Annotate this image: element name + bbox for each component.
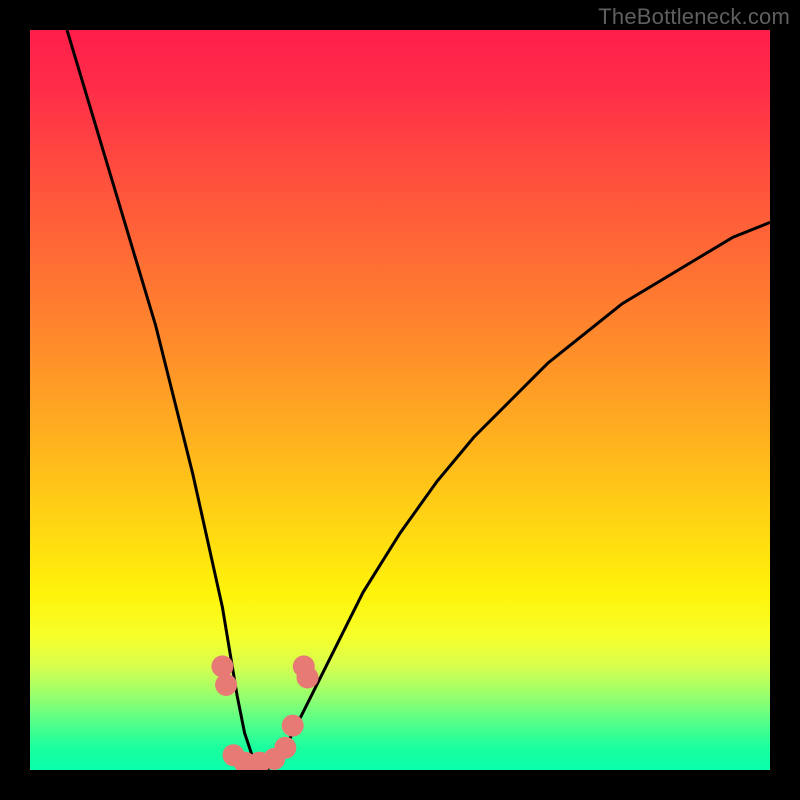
marker-left-1 <box>211 655 233 677</box>
marker-left-2 <box>215 674 237 696</box>
marker-low-6 <box>282 715 304 737</box>
marker-right-2 <box>297 667 319 689</box>
marker-low-5 <box>274 737 296 759</box>
watermark-text: TheBottleneck.com <box>598 4 790 30</box>
bottleneck-curve <box>67 30 770 770</box>
chart-frame: TheBottleneck.com <box>0 0 800 800</box>
curve-svg <box>30 30 770 770</box>
plot-area <box>30 30 770 770</box>
